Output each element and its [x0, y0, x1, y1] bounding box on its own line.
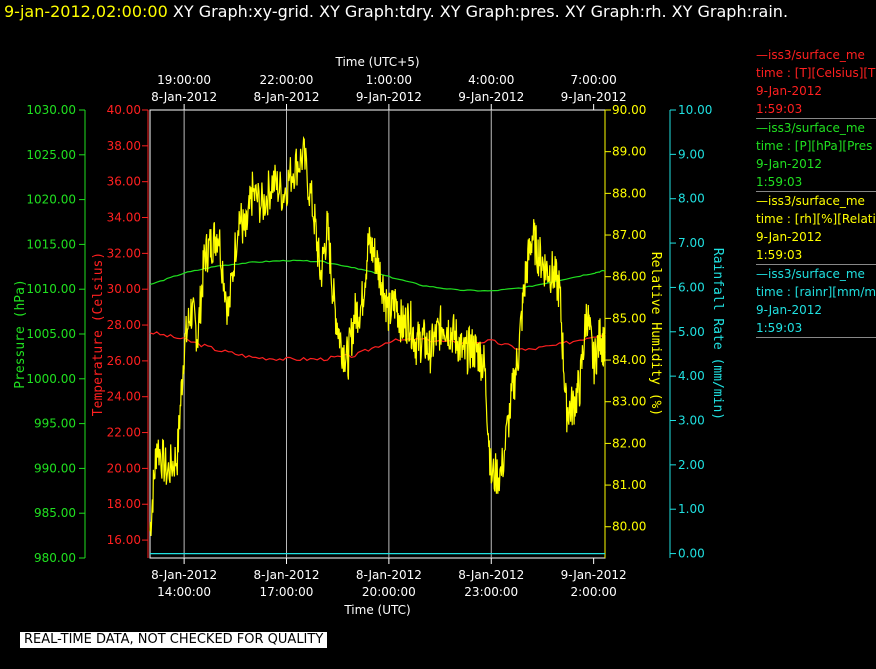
pressure-tick-label: 1015.00	[26, 237, 76, 251]
temperature-tick-label: 32.00	[107, 246, 141, 260]
pressure-tick-label: 1000.00	[26, 372, 76, 386]
pressure-tick-label: 1025.00	[26, 148, 76, 162]
rain-tick-label: 1.00	[678, 502, 705, 516]
rain-tick-label: 2.00	[678, 458, 705, 472]
rain-tick-label: 4.00	[678, 369, 705, 383]
rh-tick-label: 87.00	[612, 228, 646, 242]
temperature-tick-label: 22.00	[107, 426, 141, 440]
pressure-tick-label: 1010.00	[26, 282, 76, 296]
x-top-tick-date: 9-Jan-2012	[458, 90, 524, 104]
rain-tick-label: 9.00	[678, 147, 705, 161]
pressure-tick-label: 980.00	[34, 551, 76, 565]
rain-tick-label: 0.00	[678, 547, 705, 561]
x-tick-time: 17:00:00	[260, 585, 314, 599]
rain-tick-label: 6.00	[678, 280, 705, 294]
x-tick-time: 2:00:00	[571, 585, 617, 599]
rh-series-line	[149, 135, 606, 537]
x-tick-time: 14:00:00	[157, 585, 211, 599]
rain-tick-label: 8.00	[678, 192, 705, 206]
rain-axis-title: Rainfall Rate (mm/min)	[710, 248, 725, 420]
temperature-tick-label: 20.00	[107, 461, 141, 475]
rh-tick-label: 83.00	[612, 395, 646, 409]
temperature-tick-label: 30.00	[107, 282, 141, 296]
temperature-tick-label: 16.00	[107, 533, 141, 547]
x-top-tick-time: 22:00:00	[260, 73, 314, 87]
rh-tick-label: 82.00	[612, 436, 646, 450]
temperature-tick-label: 24.00	[107, 390, 141, 404]
x-tick-time: 20:00:00	[362, 585, 416, 599]
rh-tick-label: 86.00	[612, 270, 646, 284]
x-tick-date: 8-Jan-2012	[356, 568, 422, 582]
quality-note: REAL-TIME DATA, NOT CHECKED FOR QUALITY	[20, 632, 328, 648]
x-top-tick-time: 7:00:00	[571, 73, 617, 87]
rain-tick-label: 10.00	[678, 103, 712, 117]
pressure-tick-label: 985.00	[34, 506, 76, 520]
rain-tick-label: 7.00	[678, 236, 705, 250]
temperature-axis-title: Temperature (Celsius)	[91, 252, 106, 416]
rh-tick-label: 81.00	[612, 478, 646, 492]
temperature-tick-label: 28.00	[107, 318, 141, 332]
x-axis-title: Time (UTC)	[343, 603, 410, 617]
temperature-tick-label: 26.00	[107, 354, 141, 368]
rain-tick-label: 3.00	[678, 413, 705, 427]
pressure-tick-label: 1005.00	[26, 327, 76, 341]
rh-tick-label: 90.00	[612, 103, 646, 117]
xy-chart: 8-Jan-2012 14:00:00 8-Jan-2012 17:00:00 8-Ja…	[13, 55, 725, 617]
x-top-tick-date: 8-Jan-2012	[254, 90, 320, 104]
temperature-tick-label: 36.00	[107, 175, 141, 189]
temperature-tick-label: 18.00	[107, 497, 141, 511]
rain-tick-label: 5.00	[678, 325, 705, 339]
pressure-tick-label: 1020.00	[26, 193, 76, 207]
x-top-tick-time: 1:00:00	[366, 73, 412, 87]
x-tick-date: 8-Jan-2012	[254, 568, 320, 582]
x-top-tick-date: 8-Jan-2012	[151, 90, 217, 104]
pressure-tick-label: 990.00	[34, 461, 76, 475]
x-top-axis-title: Time (UTC+5)	[334, 55, 419, 69]
rh-tick-label: 85.00	[612, 311, 646, 325]
pressure-axis-title: Pressure (hPa)	[13, 279, 28, 389]
temperature-tick-label: 34.00	[107, 211, 141, 225]
rh-tick-label: 84.00	[612, 353, 646, 367]
x-tick-time: 23:00:00	[464, 585, 518, 599]
x-top-tick-date: 9-Jan-2012	[561, 90, 627, 104]
x-tick-date: 9-Jan-2012	[561, 568, 627, 582]
rh-tick-label: 88.00	[612, 186, 646, 200]
plot-frame	[149, 109, 606, 559]
rh-tick-label: 80.00	[612, 520, 646, 534]
x-tick-date: 8-Jan-2012	[151, 568, 217, 582]
x-top-tick-time: 19:00:00	[157, 73, 211, 87]
x-top-tick-time: 4:00:00	[468, 73, 514, 87]
temperature-tick-label: 40.00	[107, 103, 141, 117]
temperature-tick-label: 38.00	[107, 139, 141, 153]
temperature-series-line	[149, 331, 606, 362]
rh-tick-label: 89.00	[612, 145, 646, 159]
pressure-tick-label: 995.00	[34, 417, 76, 431]
rh-axis-title: Relative Humidity (%)	[648, 252, 663, 416]
pressure-tick-label: 1030.00	[26, 103, 76, 117]
x-tick-date: 8-Jan-2012	[458, 568, 524, 582]
x-top-tick-date: 9-Jan-2012	[356, 90, 422, 104]
